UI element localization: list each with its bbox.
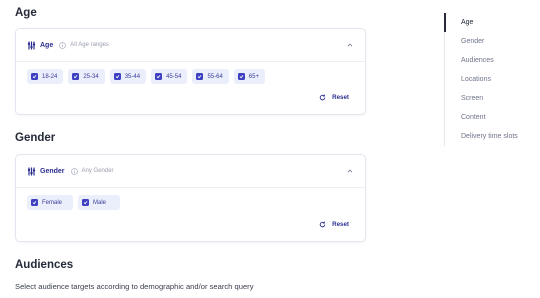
age-card: Age All Age ranges 18-24 25-34 35-44 45-…	[15, 28, 366, 115]
age-option-label: 65+	[248, 73, 259, 80]
age-option-chip[interactable]: 45-54	[151, 69, 188, 84]
refresh-icon	[319, 94, 326, 101]
chevron-up-icon[interactable]	[346, 41, 354, 49]
gender-card-subtitle: Any Gender	[81, 168, 114, 174]
age-option-chip[interactable]: 35-44	[109, 69, 147, 84]
gender-card-label: Gender	[40, 167, 65, 175]
gender-option-label: Male	[93, 199, 107, 206]
age-option-label: 55-64	[207, 73, 223, 80]
checkbox-checked-icon[interactable]	[31, 73, 38, 80]
age-option-label: 18-24	[42, 73, 58, 80]
age-option-chip[interactable]: 65+	[233, 69, 265, 84]
age-card-label: Age	[40, 41, 54, 49]
checkbox-checked-icon[interactable]	[31, 199, 38, 206]
gender-card-header[interactable]: Gender Any Gender	[16, 155, 365, 188]
checkbox-checked-icon[interactable]	[155, 73, 163, 80]
gender-option-chip[interactable]: Female	[27, 195, 74, 210]
gender-option-label: Female	[42, 199, 63, 206]
nav-active-indicator	[444, 13, 446, 32]
age-option-label: 25-34	[83, 73, 99, 80]
nav-item-screen[interactable]: Screen	[461, 95, 483, 102]
age-option-label: 35-44	[124, 73, 141, 80]
gender-option-chip[interactable]: Male	[78, 195, 121, 210]
age-card-header[interactable]: Age All Age ranges	[16, 29, 365, 62]
section-title-audiences: Audiences	[15, 259, 74, 271]
checkbox-checked-icon[interactable]	[113, 73, 121, 80]
nav-item-delivery-time-slots[interactable]: Delivery time slots	[461, 133, 518, 140]
checkbox-checked-icon[interactable]	[196, 73, 204, 80]
gender-reset-label: Reset	[332, 221, 349, 228]
chevron-up-icon[interactable]	[346, 167, 354, 175]
age-option-chip[interactable]: 25-34	[68, 69, 105, 84]
info-icon[interactable]	[59, 41, 67, 49]
age-option-chip[interactable]: 55-64	[192, 69, 229, 84]
info-icon[interactable]	[70, 167, 78, 175]
checkbox-checked-icon[interactable]	[237, 73, 245, 80]
age-option-label: 45-54	[166, 73, 182, 80]
age-options: 18-24 25-34 35-44 45-54 55-64 65+	[16, 69, 365, 84]
nav-item-locations[interactable]: Locations	[461, 76, 491, 83]
checkbox-checked-icon[interactable]	[82, 199, 90, 206]
section-title-age: Age	[15, 7, 37, 19]
gender-options: Female Male	[16, 195, 365, 210]
nav-item-audiences[interactable]: Audiences	[461, 57, 494, 64]
age-option-chip[interactable]: 18-24	[27, 69, 64, 84]
gender-reset-button[interactable]: Reset	[319, 221, 349, 228]
age-reset-label: Reset	[332, 94, 349, 101]
side-nav: Age Gender Audiences Locations Screen Co…	[444, 13, 539, 146]
audiences-description: Select audience targets according to dem…	[15, 282, 254, 291]
nav-item-gender[interactable]: Gender	[461, 38, 484, 45]
checkbox-checked-icon[interactable]	[72, 73, 80, 80]
filter-sliders-icon	[27, 40, 36, 50]
nav-item-age[interactable]: Age	[461, 19, 473, 26]
nav-item-content[interactable]: Content	[461, 114, 486, 121]
refresh-icon	[319, 221, 326, 228]
filter-sliders-icon	[27, 166, 36, 176]
age-reset-button[interactable]: Reset	[319, 94, 349, 101]
age-card-subtitle: All Age ranges	[70, 42, 109, 48]
section-title-gender: Gender	[15, 132, 56, 144]
gender-card: Gender Any Gender Female Male Reset	[15, 154, 366, 242]
